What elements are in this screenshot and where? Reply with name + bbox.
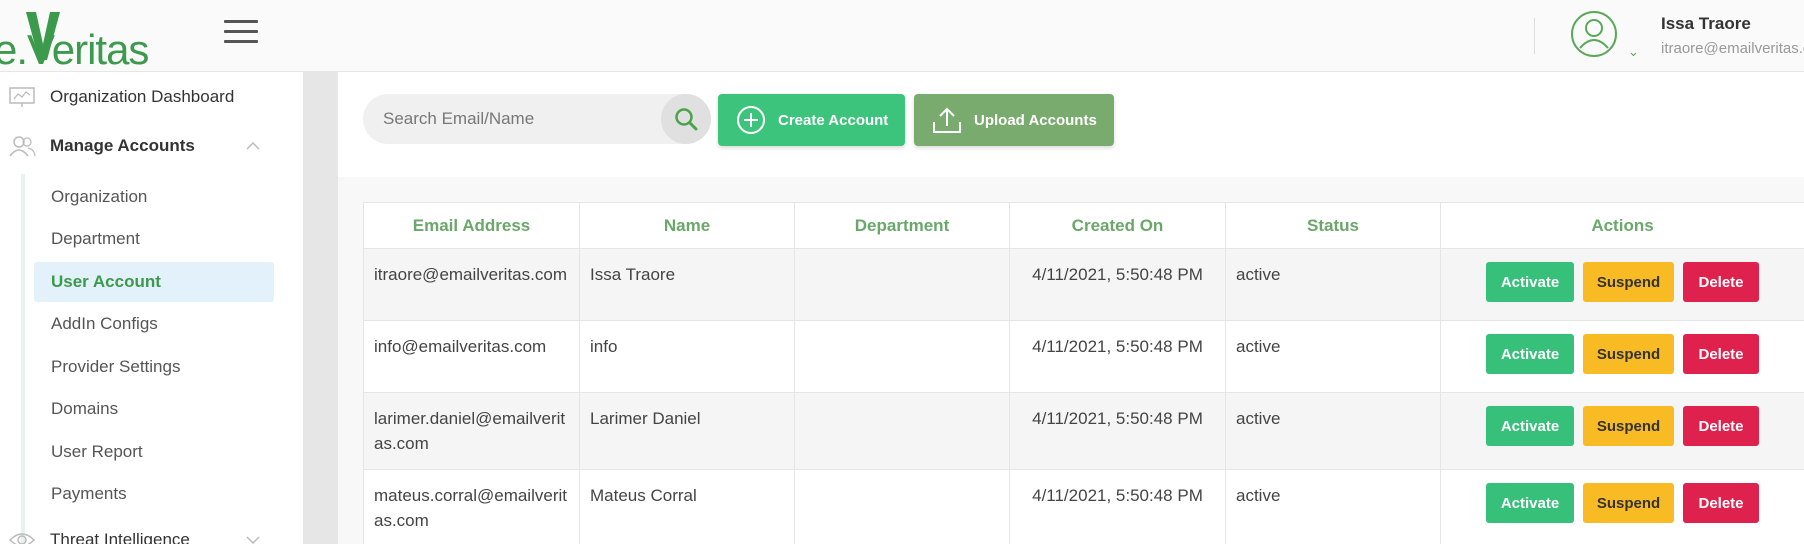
accounts-table: Email Address Name Department Created On… [363, 202, 1804, 544]
activate-button[interactable]: Activate [1486, 262, 1574, 302]
delete-button[interactable]: Delete [1683, 483, 1759, 523]
sidebar-item-label: Threat Intelligence [50, 530, 190, 544]
sidebar-item-organization-dashboard[interactable]: Organization Dashboard [0, 77, 303, 117]
cell-actions: Activate Suspend Delete [1440, 392, 1804, 470]
sidebar-item-threat-intelligence[interactable]: Threat Intelligence [0, 520, 303, 544]
suspend-button[interactable]: Suspend [1583, 406, 1674, 446]
search-button[interactable] [661, 94, 711, 144]
eye-icon [8, 533, 36, 544]
upload-icon [933, 107, 961, 133]
delete-button[interactable]: Delete [1683, 406, 1759, 446]
cell-actions: Activate Suspend Delete [1440, 469, 1804, 544]
search-icon [675, 108, 698, 131]
logo-text: e.Veritas [0, 26, 149, 73]
sidebar-subitem-payments[interactable]: Payments [34, 474, 274, 514]
search-box [363, 94, 711, 144]
sidebar-subitem-user-account[interactable]: User Account [34, 262, 274, 302]
cell-department [794, 469, 1010, 544]
activate-button[interactable]: Activate [1486, 334, 1574, 374]
cell-status: active [1225, 469, 1441, 544]
user-avatar-icon[interactable] [1570, 10, 1618, 58]
suspend-button[interactable]: Suspend [1583, 262, 1674, 302]
create-account-button[interactable]: Create Account [718, 94, 905, 146]
user-email: itraore@emailveritas.com [1661, 40, 1804, 57]
toolbar: Create Account Upload Accounts [338, 72, 1804, 177]
chevron-up-icon[interactable] [246, 141, 260, 151]
cell-department [794, 320, 1010, 393]
user-name: Issa Traore [1661, 14, 1751, 33]
sidebar-subitem-provider-settings[interactable]: Provider Settings [34, 347, 274, 387]
sidebar: Organization Dashboard Manage Accounts O… [0, 72, 303, 544]
table-header-row: Email Address Name Department Created On… [363, 202, 1804, 249]
cell-email: info@emailveritas.com [363, 320, 580, 393]
column-header-department[interactable]: Department [794, 202, 1010, 249]
column-header-name[interactable]: Name [579, 202, 795, 249]
sidebar-item-label: Manage Accounts [50, 136, 195, 155]
delete-button[interactable]: Delete [1683, 262, 1759, 302]
upload-accounts-button[interactable]: Upload Accounts [914, 94, 1114, 146]
create-account-label: Create Account [778, 111, 889, 129]
activate-button[interactable]: Activate [1486, 483, 1574, 523]
sidebar-subitem-user-report[interactable]: User Report [34, 432, 274, 472]
table-row: info@emailveritas.com info 4/11/2021, 5:… [363, 320, 1804, 393]
sidebar-scrollbar-gutter [303, 72, 338, 544]
sidebar-subitem-department[interactable]: Department [34, 219, 274, 259]
cell-email: mateus.corral@emailveritas.com [363, 469, 580, 544]
delete-button[interactable]: Delete [1683, 334, 1759, 374]
submenu-guide-line [21, 174, 25, 544]
logo[interactable]: e.Veritas [0, 4, 170, 73]
sidebar-subitem-addin-configs[interactable]: AddIn Configs [34, 304, 274, 344]
user-menu-chevron-icon[interactable]: ⌄ [1628, 44, 1639, 60]
cell-department [794, 248, 1010, 321]
cell-created-on: 4/11/2021, 5:50:48 PM [1009, 320, 1226, 393]
cell-department [794, 392, 1010, 470]
suspend-button[interactable]: Suspend [1583, 483, 1674, 523]
column-header-created-on[interactable]: Created On [1009, 202, 1226, 249]
header-divider [1534, 18, 1535, 54]
cell-created-on: 4/11/2021, 5:50:48 PM [1009, 469, 1226, 544]
cell-name: Issa Traore [579, 248, 795, 321]
column-header-actions: Actions [1440, 202, 1804, 249]
table-row: itraore@emailveritas.com Issa Traore 4/1… [363, 248, 1804, 321]
chevron-down-icon[interactable] [246, 535, 260, 544]
cell-email: itraore@emailveritas.com [363, 248, 580, 321]
column-header-status[interactable]: Status [1225, 202, 1441, 249]
cell-created-on: 4/11/2021, 5:50:48 PM [1009, 392, 1226, 470]
sidebar-item-manage-accounts[interactable]: Manage Accounts [0, 126, 303, 166]
plus-circle-icon [737, 106, 765, 134]
users-icon [9, 136, 36, 157]
cell-email: larimer.daniel@emailveritas.com [363, 392, 580, 470]
top-header: e.Veritas ⌄ Issa Traore itraore@emailver… [0, 0, 1804, 73]
cell-actions: Activate Suspend Delete [1440, 248, 1804, 321]
cell-created-on: 4/11/2021, 5:50:48 PM [1009, 248, 1226, 321]
search-input[interactable] [383, 94, 643, 144]
main-content: Create Account Upload Accounts Email Add… [338, 72, 1804, 544]
sidebar-item-label: Organization Dashboard [50, 87, 235, 106]
table-row: larimer.daniel@emailveritas.com Larimer … [363, 392, 1804, 470]
activate-button[interactable]: Activate [1486, 406, 1574, 446]
sidebar-subitem-domains[interactable]: Domains [34, 389, 274, 429]
cell-status: active [1225, 248, 1441, 321]
dashboard-icon [9, 87, 35, 107]
cell-actions: Activate Suspend Delete [1440, 320, 1804, 393]
cell-name: info [579, 320, 795, 393]
suspend-button[interactable]: Suspend [1583, 334, 1674, 374]
sidebar-subitem-organization[interactable]: Organization [34, 177, 274, 217]
menu-toggle-icon[interactable] [224, 20, 258, 46]
cell-status: active [1225, 392, 1441, 470]
table-row: mateus.corral@emailveritas.com Mateus Co… [363, 469, 1804, 544]
cell-name: Mateus Corral [579, 469, 795, 544]
upload-accounts-label: Upload Accounts [974, 111, 1097, 129]
cell-status: active [1225, 320, 1441, 393]
column-header-email[interactable]: Email Address [363, 202, 580, 249]
cell-name: Larimer Daniel [579, 392, 795, 470]
